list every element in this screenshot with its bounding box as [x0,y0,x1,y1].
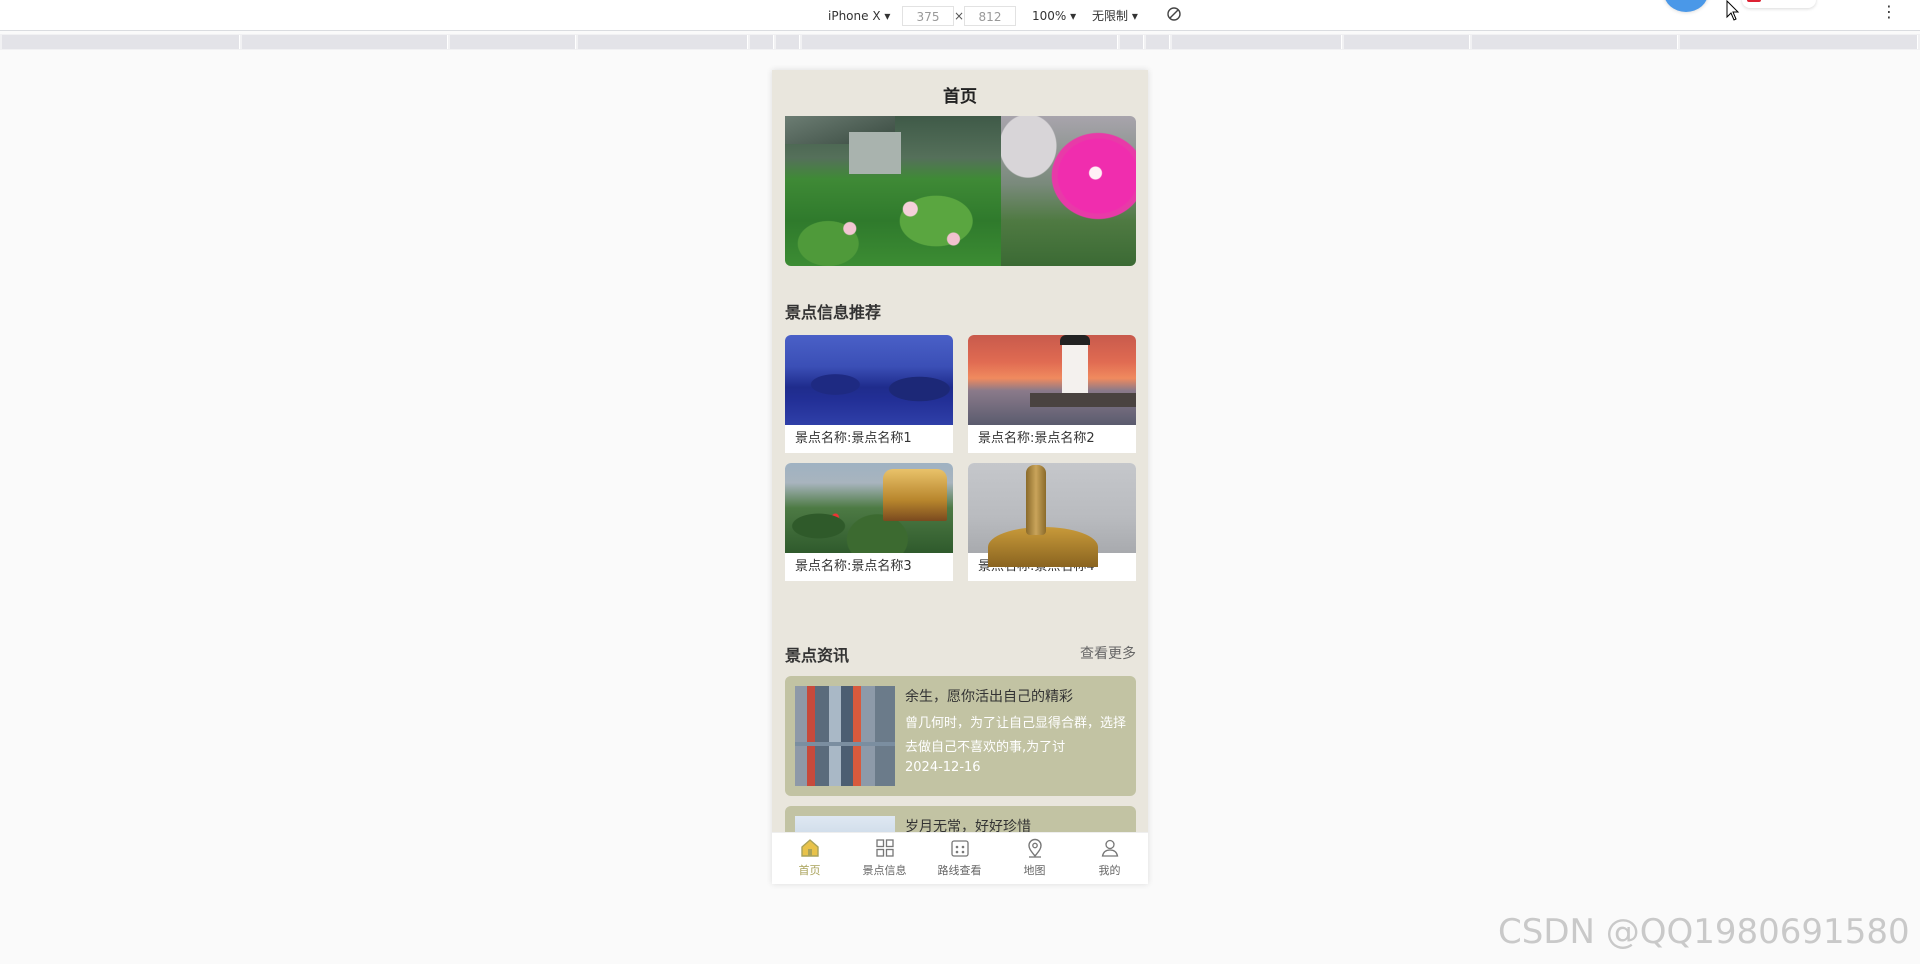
viewport-width-input[interactable]: 375 [902,6,954,26]
tab-label: 景点信息 [862,864,907,877]
banner-carousel[interactable] [785,116,1136,266]
attraction-image [968,335,1136,425]
attraction-card[interactable]: 景点名称:景点名称1 [785,335,953,453]
zoom-select[interactable]: 100% ▾ [1032,8,1076,24]
rotate-icon[interactable] [1166,6,1182,22]
watermark-text: CSDN @QQ1980691580 [1498,912,1910,952]
map-pin-icon [1027,838,1042,858]
tab-routes[interactable]: 路线查看 [922,837,997,878]
tab-label: 路线查看 [937,864,982,877]
tab-map[interactable]: 地图 [997,837,1072,878]
route-icon [950,840,969,857]
news-item[interactable]: 余生，愿你活出自己的精彩 曾几何时，为了让自己显得合群，选择去做自己不喜欢的事,… [785,676,1136,796]
view-more-link[interactable]: 查看更多 [1080,643,1136,663]
phone-viewport: 首页 景点信息推荐 景点名称:景点名称1 景点名称:景点名称2 景点名称:景点名… [772,70,1148,884]
device-select[interactable]: iPhone X ▾ [828,8,890,24]
attraction-card[interactable]: 景点名称:景点名称4 [968,463,1136,581]
attraction-image [785,335,953,425]
dimension-separator: × [954,9,965,23]
floating-assistant-icon[interactable] [1664,0,1708,12]
news-title: 余生，愿你活出自己的精彩 [905,689,1073,705]
tab-profile[interactable]: 我的 [1072,837,1147,878]
media-query-ruler[interactable] [0,34,1920,50]
tab-attractions[interactable]: 景点信息 [847,837,922,878]
floating-widget-badge [1747,0,1761,2]
viewport-height-input[interactable]: 812 [964,6,1016,26]
throttle-select[interactable]: 无限制 ▾ [1092,8,1138,24]
attraction-card[interactable]: 景点名称:景点名称3 [785,463,953,581]
home-icon [800,839,819,857]
devtools-device-toolbar: iPhone X ▾ 375 × 812 100% ▾ 无限制 ▾ ⋮ [0,0,1920,31]
news-date: 2024-12-16 [905,760,981,775]
page-title: 首页 [943,87,977,107]
banner-image-lotus[interactable] [785,116,1001,266]
banner-image-flower[interactable] [1001,116,1136,266]
tab-label: 首页 [798,864,821,877]
more-options-icon[interactable]: ⋮ [1881,4,1898,20]
attraction-name: 景点名称:景点名称1 [795,431,912,446]
grid-icon [875,839,894,857]
user-icon [1101,839,1118,857]
tab-label: 我的 [1098,864,1121,877]
bottom-tab-bar: 首页 景点信息 路线查看 地图 我的 [772,832,1148,884]
news-summary: 曾几何时，为了让自己显得合群，选择去做自己不喜欢的事,为了讨 [905,716,1127,755]
attraction-name: 景点名称:景点名称2 [978,431,1095,446]
tab-label: 地图 [1023,864,1046,877]
attraction-name: 景点名称:景点名称3 [795,559,912,574]
section-title-news: 景点资讯 [785,646,850,665]
section-title-attractions: 景点信息推荐 [785,303,882,322]
attraction-image [785,463,953,553]
attraction-card[interactable]: 景点名称:景点名称2 [968,335,1136,453]
mouse-cursor-icon [1726,0,1740,21]
news-thumbnail [795,686,895,786]
tab-home[interactable]: 首页 [772,837,847,878]
attraction-image [968,463,1136,567]
